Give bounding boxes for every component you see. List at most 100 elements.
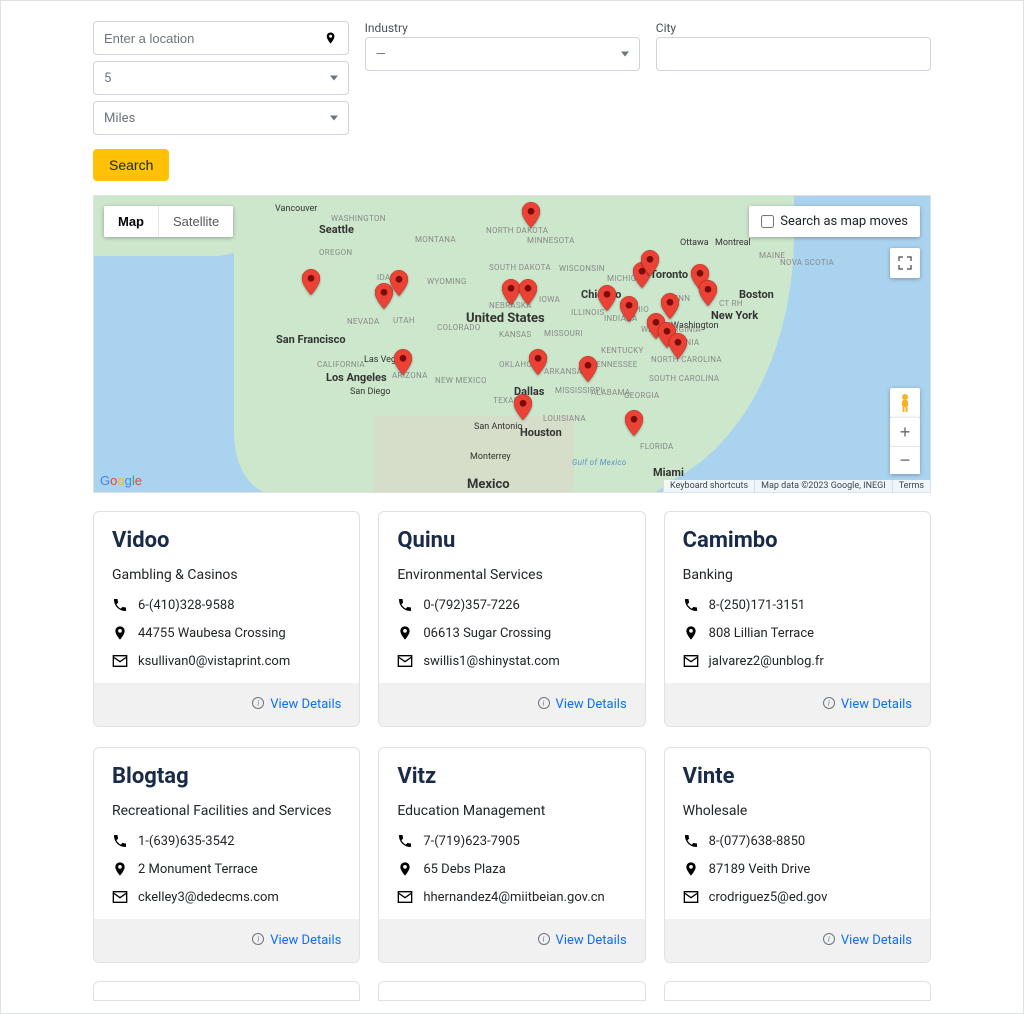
- search-button[interactable]: Search: [93, 149, 169, 181]
- city-input-wrap[interactable]: [656, 37, 931, 71]
- view-details-link[interactable]: View Details: [556, 933, 627, 948]
- location-icon: [112, 861, 128, 877]
- pegman-button[interactable]: [890, 388, 920, 418]
- view-details-link[interactable]: View Details: [270, 933, 341, 948]
- email-icon: [112, 889, 128, 905]
- map-tab-map[interactable]: Map: [104, 206, 158, 237]
- card-phone: 8-(077)638-8850: [709, 834, 806, 849]
- card-address: 87189 Veith Drive: [709, 862, 811, 877]
- result-card: Vidoo Gambling & Casinos 6-(410)328-9588…: [93, 511, 360, 727]
- location-input-wrap[interactable]: [93, 21, 349, 55]
- location-icon: [397, 625, 413, 641]
- search-as-map-moves-checkbox[interactable]: [761, 215, 774, 228]
- map-marker[interactable]: [519, 279, 537, 305]
- map-marker[interactable]: [625, 410, 643, 436]
- card-industry: Recreational Facilities and Services: [112, 803, 341, 819]
- result-card: Camimbo Banking 8-(250)171-3151 808 Lill…: [664, 511, 931, 727]
- map-label: MISSOURI: [544, 329, 583, 338]
- card-phone: 1-(639)635-3542: [138, 834, 235, 849]
- keyboard-shortcuts-link[interactable]: Keyboard shortcuts: [663, 480, 754, 492]
- info-icon: [538, 933, 550, 945]
- card-email: crodriguez5@ed.gov: [709, 890, 828, 905]
- terms-link[interactable]: Terms: [892, 480, 930, 492]
- info-icon: [823, 933, 835, 945]
- city-input[interactable]: [667, 47, 920, 62]
- location-pin-icon: [324, 29, 337, 47]
- map-marker[interactable]: [529, 349, 547, 375]
- map-marker[interactable]: [620, 296, 638, 322]
- view-details-link[interactable]: View Details: [841, 697, 912, 712]
- map-marker[interactable]: [302, 269, 320, 295]
- phone-icon: [112, 597, 128, 613]
- location-input[interactable]: [104, 31, 324, 46]
- card-address: 44755 Waubesa Crossing: [138, 626, 286, 641]
- map-marker[interactable]: [669, 333, 687, 359]
- zoom-controls: + −: [890, 418, 920, 474]
- email-icon: [683, 889, 699, 905]
- map-label: Ottawa: [680, 238, 709, 248]
- phone-icon: [683, 597, 699, 613]
- map-label: FLORIDA: [640, 442, 674, 451]
- card-industry: Education Management: [397, 803, 626, 819]
- fullscreen-icon: [898, 256, 912, 270]
- view-details-link[interactable]: View Details: [556, 697, 627, 712]
- distance-select[interactable]: 5: [93, 61, 349, 95]
- map-label: CALIFORNIA: [317, 360, 365, 369]
- map-marker[interactable]: [598, 285, 616, 311]
- map-label: SOUTH DAKOTA: [489, 263, 551, 272]
- map-label: NEW MEXICO: [435, 376, 487, 385]
- info-icon: [823, 697, 835, 709]
- map-label: WISCONSIN: [559, 264, 605, 273]
- card-title: Vidoo: [112, 528, 341, 553]
- card-peek: [378, 981, 645, 1001]
- zoom-in-button[interactable]: +: [890, 418, 920, 446]
- card-industry: Environmental Services: [397, 567, 626, 583]
- map-label: NOVA SCOTIA: [780, 258, 834, 267]
- city-label: City: [656, 21, 931, 35]
- map-marker[interactable]: [699, 280, 717, 306]
- fullscreen-button[interactable]: [890, 248, 920, 278]
- map-label: Los Angeles: [326, 371, 387, 384]
- card-title: Camimbo: [683, 528, 912, 553]
- map-label: OREGON: [319, 248, 352, 257]
- search-as-map-moves[interactable]: Search as map moves: [749, 206, 920, 237]
- industry-label: Industry: [365, 21, 640, 35]
- card-peek: [664, 981, 931, 1001]
- industry-select[interactable]: —: [365, 37, 640, 71]
- card-phone: 6-(410)328-9588: [138, 598, 235, 613]
- card-email: swillis1@shinystat.com: [423, 654, 560, 669]
- card-address: 06613 Sugar Crossing: [423, 626, 551, 641]
- map-label: MINNESOTA: [527, 236, 575, 245]
- card-title: Quinu: [397, 528, 626, 553]
- map-marker[interactable]: [394, 349, 412, 375]
- map-marker[interactable]: [641, 250, 659, 276]
- view-details-link[interactable]: View Details: [841, 933, 912, 948]
- phone-icon: [397, 597, 413, 613]
- map-data-text: Map data ©2023 Google, INEGI: [754, 480, 892, 492]
- map-tab-satellite[interactable]: Satellite: [158, 206, 233, 237]
- map-marker[interactable]: [514, 394, 532, 420]
- map-label: Monterrey: [470, 452, 511, 462]
- map[interactable]: VancouverSeattleWASHINGTONMONTANANORTH D…: [93, 195, 931, 493]
- card-phone: 8-(250)171-3151: [709, 598, 806, 613]
- map-marker[interactable]: [579, 356, 597, 382]
- unit-select[interactable]: Miles: [93, 101, 349, 135]
- view-details-link[interactable]: View Details: [270, 697, 341, 712]
- map-label: Seattle: [319, 223, 354, 236]
- map-label: IOWA: [539, 295, 560, 304]
- map-label: Miami: [653, 466, 684, 479]
- map-marker[interactable]: [390, 270, 408, 296]
- map-marker[interactable]: [502, 279, 520, 305]
- map-label: Gulf of Mexico: [572, 458, 627, 467]
- card-industry: Gambling & Casinos: [112, 567, 341, 583]
- pegman-icon: [897, 393, 913, 413]
- phone-icon: [112, 833, 128, 849]
- result-card: Blogtag Recreational Facilities and Serv…: [93, 747, 360, 963]
- map-type-toggle: Map Satellite: [104, 206, 233, 237]
- card-title: Vitz: [397, 764, 626, 789]
- map-marker[interactable]: [522, 202, 540, 228]
- map-label: Boston: [739, 288, 774, 301]
- info-icon: [252, 933, 264, 945]
- zoom-out-button[interactable]: −: [890, 446, 920, 474]
- phone-icon: [397, 833, 413, 849]
